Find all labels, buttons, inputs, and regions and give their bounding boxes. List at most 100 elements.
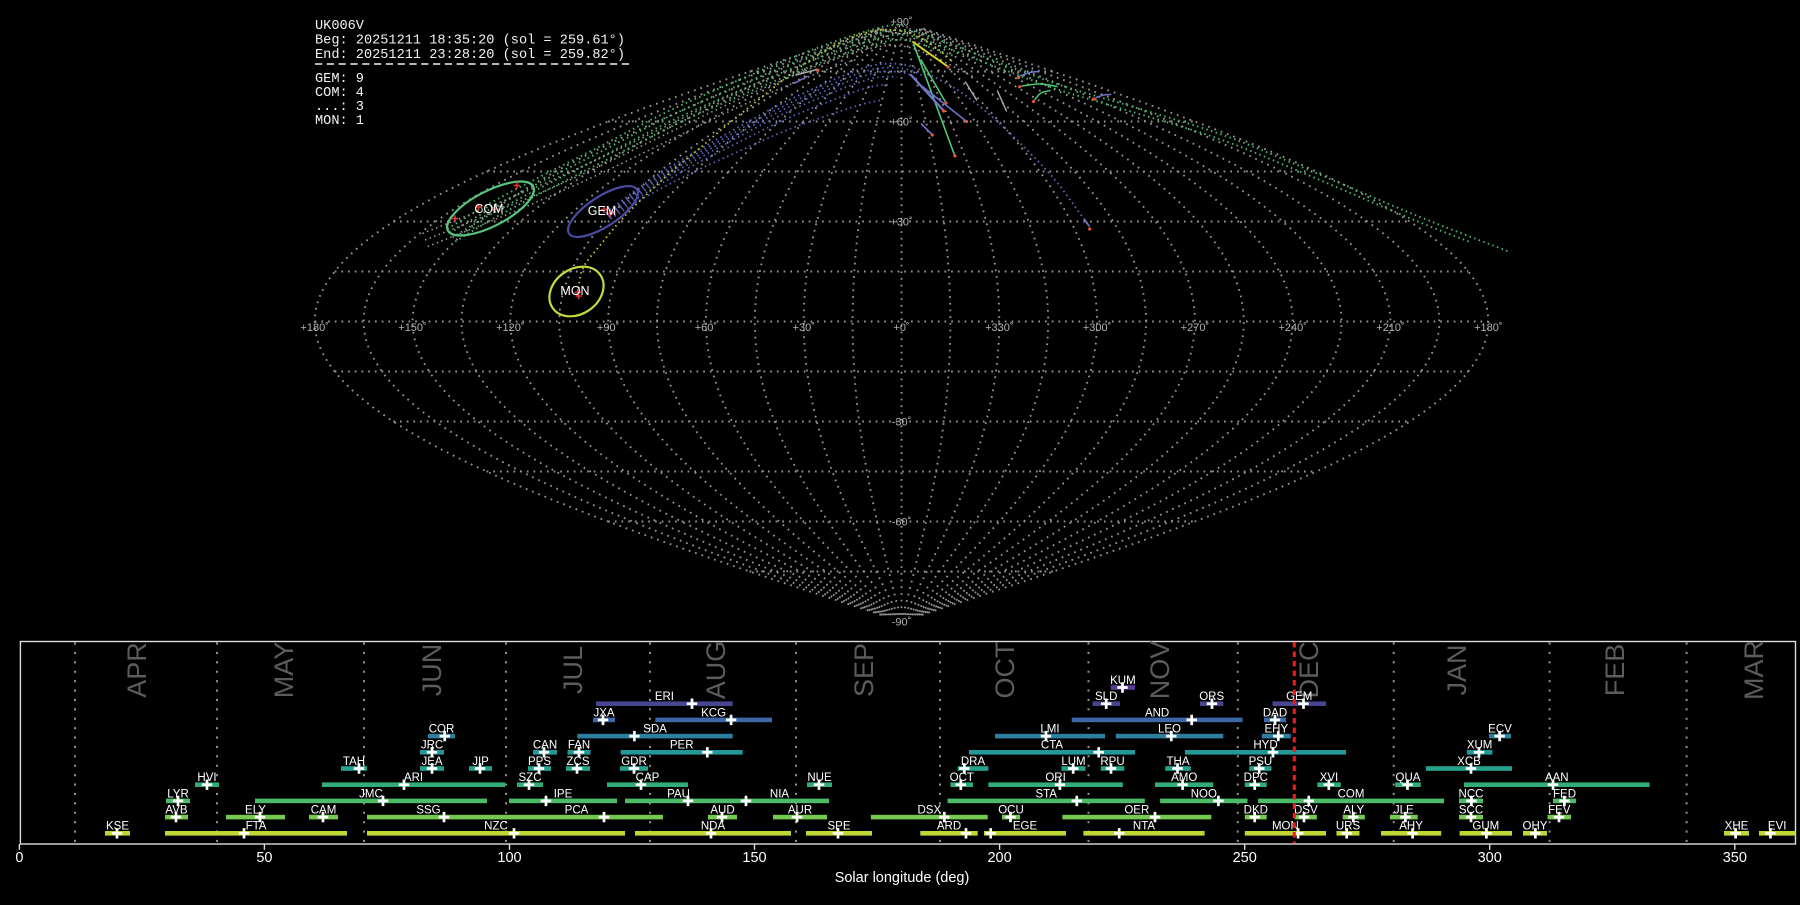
svg-text:DSV: DSV — [1294, 805, 1318, 817]
svg-text:DKD: DKD — [1244, 805, 1268, 817]
svg-text:+180˚: +180˚ — [1474, 322, 1502, 334]
svg-text:-30˚: -30˚ — [892, 417, 912, 429]
svg-text:URS: URS — [1336, 821, 1361, 833]
svg-text:Beg: 20251211 18:35:20 (sol =: Beg: 20251211 18:35:20 (sol = 259.61°) — [315, 34, 625, 49]
svg-text:QUA: QUA — [1396, 772, 1421, 784]
svg-text:JXA: JXA — [593, 707, 614, 719]
svg-text:STA: STA — [1035, 788, 1057, 800]
svg-text:SEP: SEP — [849, 643, 879, 697]
svg-text:ZCS: ZCS — [567, 756, 590, 768]
svg-text:+270˚: +270˚ — [1181, 322, 1209, 334]
svg-text:NUE: NUE — [807, 772, 832, 784]
svg-text:DRA: DRA — [961, 756, 986, 768]
svg-text:+120˚: +120˚ — [496, 322, 524, 334]
svg-text:+30˚: +30˚ — [890, 217, 912, 229]
svg-text:EGE: EGE — [1013, 821, 1038, 833]
svg-text:HVI: HVI — [197, 772, 216, 784]
svg-text:AUD: AUD — [710, 805, 734, 817]
svg-text:COM: COM — [1338, 788, 1365, 800]
svg-text:300: 300 — [1478, 850, 1502, 866]
svg-text:OHY: OHY — [1523, 821, 1548, 833]
svg-text:0: 0 — [15, 850, 23, 866]
svg-text:THA: THA — [1167, 756, 1190, 768]
svg-text:XCB: XCB — [1457, 756, 1481, 768]
svg-text:GEM: GEM — [1286, 691, 1312, 703]
svg-text:AUG: AUG — [701, 641, 731, 700]
svg-text:CAN: CAN — [533, 740, 557, 752]
svg-text:AVB: AVB — [165, 805, 187, 817]
svg-text:SDA: SDA — [643, 724, 667, 736]
svg-text:FTA: FTA — [246, 821, 267, 833]
svg-text:EVI: EVI — [1768, 821, 1787, 833]
svg-text:End: 20251211 23:28:20 (sol =: End: 20251211 23:28:20 (sol = 259.82°) — [315, 48, 625, 63]
svg-text:Solar longitude (deg): Solar longitude (deg) — [835, 870, 970, 886]
svg-text:SLD: SLD — [1095, 691, 1117, 703]
svg-text:MAR: MAR — [1739, 640, 1769, 700]
svg-text:COM: 4: COM: 4 — [315, 86, 364, 101]
svg-text:ORI: ORI — [1045, 772, 1065, 784]
svg-text:100: 100 — [497, 850, 521, 866]
svg-text:-90˚: -90˚ — [892, 617, 912, 629]
svg-text:DSX: DSX — [917, 805, 941, 817]
svg-text:JUL: JUL — [558, 646, 588, 694]
svg-text:MAY: MAY — [269, 642, 299, 699]
svg-text:GEM: GEM — [588, 204, 616, 218]
svg-text:JLE: JLE — [1394, 805, 1414, 817]
svg-text:MON: MON — [560, 284, 589, 298]
svg-text:CAM: CAM — [311, 805, 337, 817]
svg-text:+90˚: +90˚ — [890, 17, 912, 29]
svg-text:200: 200 — [987, 850, 1011, 866]
svg-text:ECV: ECV — [1488, 724, 1512, 736]
svg-text:CTA: CTA — [1041, 740, 1063, 752]
svg-text:JRC: JRC — [421, 740, 443, 752]
svg-text:ELY: ELY — [245, 805, 266, 817]
svg-text:PAU: PAU — [667, 788, 690, 800]
svg-text:ERI: ERI — [655, 691, 674, 703]
svg-text:FED: FED — [1553, 788, 1576, 800]
svg-text:50: 50 — [256, 850, 272, 866]
svg-text:JEA: JEA — [421, 756, 442, 768]
svg-text:EHY: EHY — [1264, 724, 1288, 736]
svg-text:JUN: JUN — [417, 644, 447, 697]
svg-text:DEC: DEC — [1294, 641, 1324, 698]
svg-text:LEO: LEO — [1158, 724, 1181, 736]
svg-text:...: 3: ...: 3 — [315, 100, 364, 115]
svg-text:+240˚: +240˚ — [1278, 322, 1306, 334]
svg-text:AUR: AUR — [788, 805, 812, 817]
svg-text:GEM: 9: GEM: 9 — [315, 72, 364, 87]
svg-text:OCU: OCU — [998, 805, 1024, 817]
svg-text:+300˚: +300˚ — [1083, 322, 1111, 334]
svg-text:MON: 1: MON: 1 — [315, 114, 364, 129]
svg-text:DAD: DAD — [1263, 707, 1287, 719]
svg-text:XHE: XHE — [1725, 821, 1749, 833]
svg-text:RPU: RPU — [1100, 756, 1124, 768]
svg-text:NCC: NCC — [1459, 788, 1484, 800]
svg-text:+210˚: +210˚ — [1376, 322, 1404, 334]
svg-text:+180˚: +180˚ — [300, 322, 328, 334]
svg-text:KCG: KCG — [701, 707, 726, 719]
svg-text:SPE: SPE — [827, 821, 850, 833]
svg-text:JMC: JMC — [359, 788, 383, 800]
svg-text:+60˚: +60˚ — [890, 117, 912, 129]
svg-text:IPE: IPE — [554, 788, 573, 800]
svg-text:AHY: AHY — [1399, 821, 1423, 833]
svg-text:LYR: LYR — [167, 788, 189, 800]
svg-text:NOV: NOV — [1145, 641, 1175, 700]
svg-text:ARI: ARI — [404, 772, 423, 784]
svg-text:ALY: ALY — [1343, 805, 1364, 817]
svg-text:JAN: JAN — [1442, 644, 1472, 695]
svg-text:ARD: ARD — [937, 821, 961, 833]
svg-text:APR: APR — [122, 642, 152, 698]
svg-text:PSU: PSU — [1249, 756, 1273, 768]
svg-text:OCT: OCT — [950, 772, 974, 784]
svg-text:SZC: SZC — [519, 772, 542, 784]
svg-text:AAN: AAN — [1545, 772, 1569, 784]
svg-text:TAH: TAH — [343, 756, 365, 768]
svg-text:OCT: OCT — [990, 642, 1020, 699]
svg-text:DPC: DPC — [1244, 772, 1268, 784]
svg-text:UK006V: UK006V — [315, 19, 365, 34]
svg-text:NOO: NOO — [1191, 788, 1217, 800]
svg-text:OER: OER — [1124, 805, 1149, 817]
svg-text:350: 350 — [1723, 850, 1747, 866]
svg-text:KSE: KSE — [106, 821, 129, 833]
